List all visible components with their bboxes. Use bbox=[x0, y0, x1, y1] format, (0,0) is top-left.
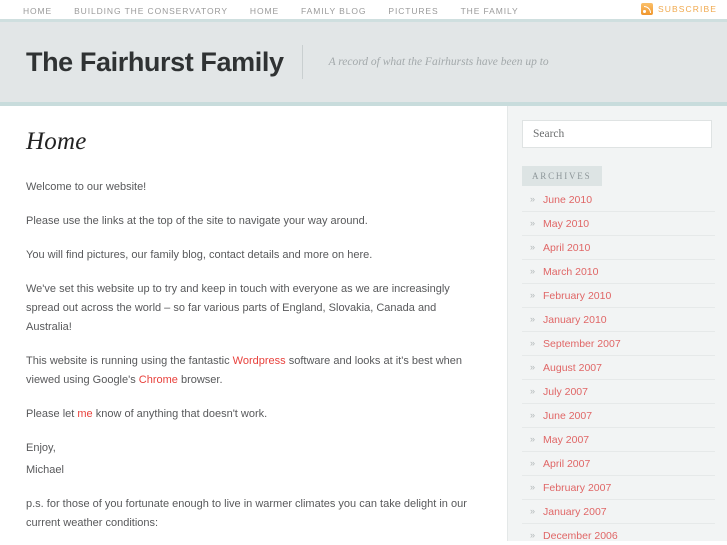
archive-label: December 2006 bbox=[543, 529, 618, 542]
chevron-right-icon: » bbox=[530, 410, 536, 420]
archive-item-january-2007[interactable]: » January 2007 bbox=[522, 500, 715, 524]
archive-item-september-2007[interactable]: » September 2007 bbox=[522, 332, 715, 356]
chrome-link[interactable]: Chrome bbox=[139, 374, 178, 386]
archive-label: February 2010 bbox=[543, 289, 612, 302]
archive-label: July 2007 bbox=[543, 385, 588, 398]
search-widget bbox=[508, 106, 727, 148]
archive-list: » June 2010 » May 2010 » April 2010 » Ma… bbox=[522, 188, 715, 545]
archive-label: January 2010 bbox=[543, 313, 607, 326]
archive-item-march-2010[interactable]: » March 2010 bbox=[522, 260, 715, 284]
text-fragment: Please let bbox=[26, 408, 78, 420]
paragraph-signoff: Enjoy, bbox=[26, 442, 56, 454]
site-title[interactable]: The Fairhurst Family bbox=[26, 47, 284, 78]
top-navigation-bar: HOME BUILDING THE CONSERVATORY HOME FAMI… bbox=[0, 0, 727, 22]
archive-label: June 2007 bbox=[543, 409, 593, 422]
archive-item-april-2010[interactable]: » April 2010 bbox=[522, 236, 715, 260]
archive-item-february-2010[interactable]: » February 2010 bbox=[522, 284, 715, 308]
text-fragment: know of anything that doesn't work. bbox=[92, 408, 268, 420]
nav-item-home[interactable]: HOME bbox=[12, 6, 63, 16]
rss-icon bbox=[640, 3, 653, 15]
chevron-right-icon: » bbox=[530, 242, 536, 252]
nav-item-family-blog[interactable]: FAMILY BLOG bbox=[290, 6, 377, 16]
sidebar: ARCHIVES » June 2010 » May 2010 » April … bbox=[508, 106, 727, 542]
nav-item-the-family[interactable]: THE FAMILY bbox=[450, 6, 530, 16]
archive-item-february-2007[interactable]: » February 2007 bbox=[522, 476, 715, 500]
paragraph-contents: You will find pictures, our family blog,… bbox=[26, 249, 373, 261]
chevron-right-icon: » bbox=[530, 362, 536, 372]
paragraph-software: This website is running using the fantas… bbox=[26, 352, 477, 390]
paragraph-purpose: We've set this website up to try and kee… bbox=[26, 283, 450, 333]
chevron-right-icon: » bbox=[530, 434, 536, 444]
archive-item-june-2010[interactable]: » June 2010 bbox=[522, 188, 715, 212]
archive-item-july-2007[interactable]: » July 2007 bbox=[522, 380, 715, 404]
paragraph-weather-intro: p.s. for those of you fortunate enough t… bbox=[26, 498, 467, 529]
nav-menu: HOME BUILDING THE CONSERVATORY HOME FAMI… bbox=[0, 1, 530, 19]
chevron-right-icon: » bbox=[530, 218, 536, 228]
archive-item-june-2007[interactable]: » June 2007 bbox=[522, 404, 715, 428]
text-fragment: browser. bbox=[177, 374, 223, 386]
archive-label: April 2010 bbox=[543, 241, 591, 254]
chevron-right-icon: » bbox=[530, 314, 536, 324]
nav-item-building-the-conservatory[interactable]: BUILDING THE CONSERVATORY bbox=[63, 6, 239, 16]
archive-label: May 2010 bbox=[543, 217, 590, 230]
nav-item-pictures[interactable]: PICTURES bbox=[377, 6, 449, 16]
subscribe-button[interactable]: SUBSCRIBE bbox=[640, 3, 717, 15]
paragraph-feedback: Please let me know of anything that does… bbox=[26, 405, 477, 424]
page-title: Home bbox=[26, 128, 87, 155]
chevron-right-icon: » bbox=[530, 194, 536, 204]
archive-label: August 2007 bbox=[543, 361, 602, 374]
archives-heading: ARCHIVES bbox=[522, 166, 603, 186]
archive-item-january-2010[interactable]: » January 2010 bbox=[522, 308, 715, 332]
archives-widget: ARCHIVES » June 2010 » May 2010 » April … bbox=[508, 148, 727, 545]
archive-label: April 2007 bbox=[543, 457, 591, 470]
contact-me-link[interactable]: me bbox=[77, 408, 92, 420]
chevron-right-icon: » bbox=[530, 458, 536, 468]
site-tagline: A record of what the Fairhursts have bee… bbox=[328, 56, 549, 68]
chevron-right-icon: » bbox=[530, 530, 536, 540]
chevron-right-icon: » bbox=[530, 506, 536, 516]
chevron-right-icon: » bbox=[530, 338, 536, 348]
page-body: Home Welcome to our website! Please use … bbox=[0, 106, 727, 542]
archive-item-may-2010[interactable]: » May 2010 bbox=[522, 212, 715, 236]
site-header: The Fairhurst Family A record of what th… bbox=[0, 22, 727, 106]
archive-item-april-2007[interactable]: » April 2007 bbox=[522, 452, 715, 476]
archive-label: May 2007 bbox=[543, 433, 590, 446]
archive-label: February 2007 bbox=[543, 481, 612, 494]
wordpress-link[interactable]: Wordpress bbox=[233, 355, 286, 367]
archive-label: June 2010 bbox=[543, 193, 593, 206]
subscribe-label: SUBSCRIBE bbox=[657, 4, 717, 14]
paragraph-navigate: Please use the links at the top of the s… bbox=[26, 215, 368, 227]
text-fragment: This website is running using the fantas… bbox=[26, 355, 233, 367]
nav-item-home-2[interactable]: HOME bbox=[239, 6, 290, 16]
chevron-right-icon: » bbox=[530, 290, 536, 300]
archive-label: March 2010 bbox=[543, 265, 599, 278]
paragraph-welcome: Welcome to our website! bbox=[26, 181, 147, 193]
archive-label: September 2007 bbox=[543, 337, 621, 350]
chevron-right-icon: » bbox=[530, 386, 536, 396]
paragraph-signature: Michael bbox=[26, 464, 64, 476]
archive-item-may-2007[interactable]: » May 2007 bbox=[522, 428, 715, 452]
chevron-right-icon: » bbox=[530, 266, 536, 276]
archive-item-august-2007[interactable]: » August 2007 bbox=[522, 356, 715, 380]
main-content: Home Welcome to our website! Please use … bbox=[0, 106, 508, 541]
chevron-right-icon: » bbox=[530, 482, 536, 492]
archive-label: January 2007 bbox=[543, 505, 607, 518]
search-input[interactable] bbox=[522, 120, 712, 148]
archive-item-december-2006[interactable]: » December 2006 bbox=[522, 524, 715, 545]
header-divider bbox=[301, 45, 303, 79]
